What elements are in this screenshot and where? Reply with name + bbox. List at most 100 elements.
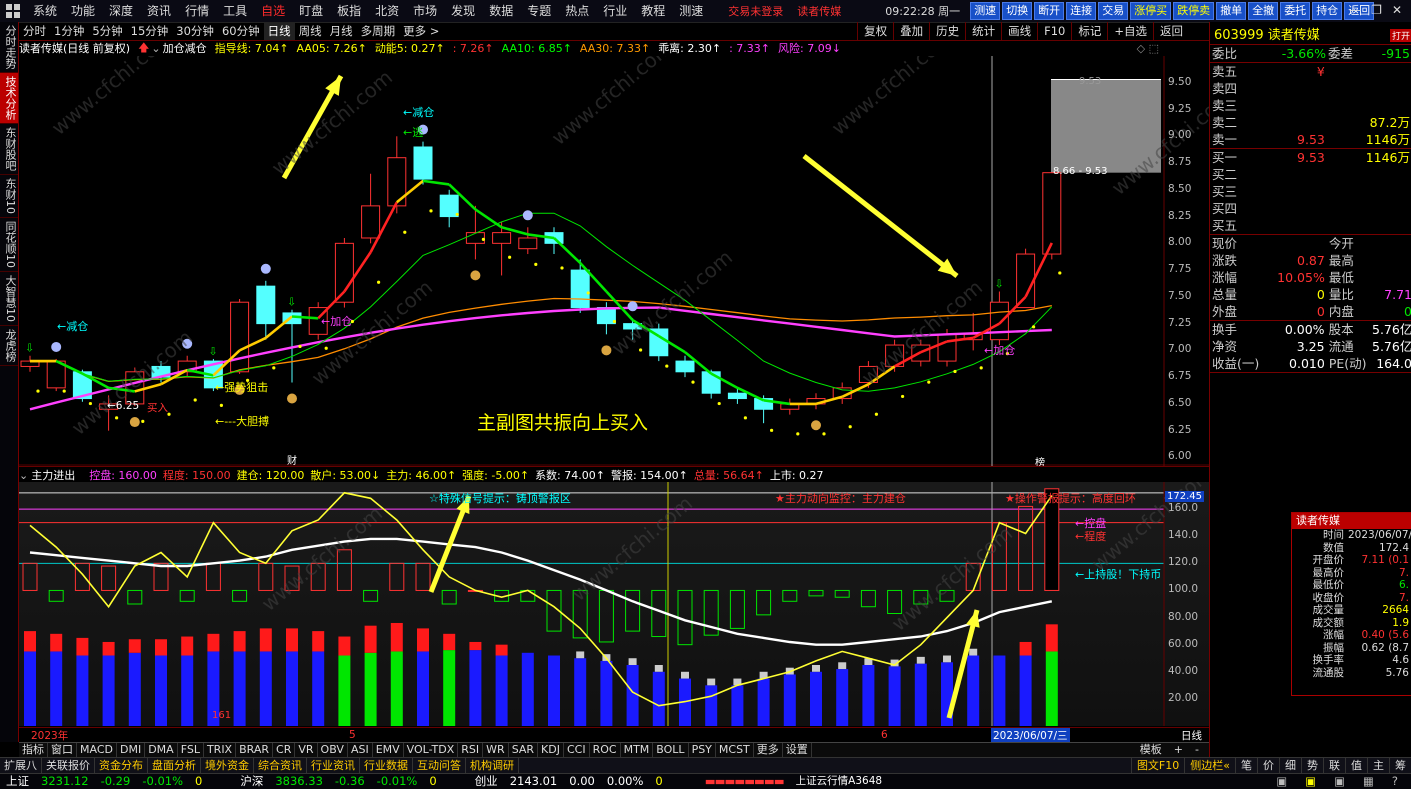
menu-8[interactable]: 板指 — [330, 0, 368, 22]
stock-code-name[interactable]: 603999 读者传媒 — [1214, 24, 1320, 43]
indicator-tab-22[interactable]: PSY — [689, 743, 716, 757]
indicator-mode[interactable]: 加仓减仓 — [163, 40, 207, 56]
left-tab-1[interactable]: 技术分析 — [0, 73, 18, 124]
indicator-tab-18[interactable]: CCI — [564, 743, 590, 757]
toolbar-button-5[interactable]: 涨停买 — [1130, 2, 1172, 20]
trade-login-status[interactable]: 交易未登录 — [728, 3, 783, 19]
menu-5[interactable]: 工具 — [216, 0, 254, 22]
function-tab-6[interactable]: 行业资讯 — [307, 758, 360, 773]
asks-row-1[interactable]: 卖四 — [1210, 80, 1411, 97]
indicator-tab-15[interactable]: WR — [483, 743, 509, 757]
menu-1[interactable]: 功能 — [64, 0, 102, 22]
period-tab-5[interactable]: 60分钟 — [218, 22, 264, 40]
indicator-tab-4[interactable]: DMA — [145, 743, 178, 757]
period-tab-6[interactable]: 日线 — [263, 22, 295, 40]
toolbar-button-4[interactable]: 交易 — [1098, 2, 1129, 20]
asks-row-2[interactable]: 卖三 — [1210, 97, 1411, 114]
app-logo-icon[interactable] — [6, 4, 20, 18]
menu-0[interactable]: 系统 — [26, 0, 64, 22]
help-icon[interactable]: ? — [1386, 774, 1404, 789]
side-tab-3[interactable]: 价 — [1257, 758, 1279, 773]
menu-2[interactable]: 深度 — [102, 0, 140, 22]
chart-tool-6[interactable]: 标记 — [1071, 22, 1107, 40]
sub-indicator-name[interactable]: 主力进出 — [31, 467, 75, 483]
side-tab-1[interactable]: 侧边栏« — [1184, 758, 1235, 773]
chart-tool-8[interactable]: 返回 — [1153, 22, 1189, 40]
left-tab-2[interactable]: 东财股吧 — [0, 124, 18, 175]
msg-icon[interactable]: ▣ — [1328, 774, 1351, 789]
template-tool-1[interactable]: + — [1168, 743, 1189, 757]
period-tab-2[interactable]: 5分钟 — [88, 22, 126, 40]
dropdown-icon[interactable]: ⌄ — [151, 42, 160, 55]
indicator-tab-0[interactable]: 指标 — [19, 743, 48, 757]
indicator-tab-10[interactable]: OBV — [318, 743, 348, 757]
period-tab-8[interactable]: 月线 — [326, 22, 357, 40]
main-kline-chart[interactable]: ⇩ ⇩ ⇩ ⇩ www.cfchi.com www.cfchi.com www.cfchi.… — [19, 42, 1209, 469]
sound-icon[interactable]: ▣ — [1270, 774, 1293, 789]
indicator-tab-8[interactable]: CR — [273, 743, 296, 757]
period-tab-1[interactable]: 1分钟 — [50, 22, 88, 40]
indicator-tab-3[interactable]: DMI — [117, 743, 146, 757]
minimize-icon[interactable]: — — [1349, 3, 1361, 17]
toolbar-button-0[interactable]: 测速 — [970, 2, 1001, 20]
indicator-tab-6[interactable]: TRIX — [204, 743, 237, 757]
left-tab-6[interactable]: 龙虎榜 — [0, 326, 18, 366]
menu-17[interactable]: 测速 — [672, 0, 710, 22]
indicator-tab-25[interactable]: 设置 — [783, 743, 812, 757]
hs-index-name[interactable]: 沪深 — [234, 774, 269, 789]
menu-14[interactable]: 热点 — [558, 0, 596, 22]
function-tab-9[interactable]: 机构调研 — [466, 758, 519, 773]
side-tab-4[interactable]: 细 — [1279, 758, 1301, 773]
menu-7[interactable]: 盯盘 — [292, 0, 330, 22]
side-tab-6[interactable]: 联 — [1323, 758, 1345, 773]
indicator-tab-20[interactable]: MTM — [621, 743, 654, 757]
sh-index-name[interactable]: 上证 — [0, 774, 35, 789]
bids-row-0[interactable]: 买一 9.53 1146万 — [1210, 149, 1411, 166]
function-tab-4[interactable]: 境外资金 — [201, 758, 254, 773]
indicator-tab-9[interactable]: VR — [295, 743, 318, 757]
indicator-tab-12[interactable]: EMV — [373, 743, 404, 757]
indicator-tab-24[interactable]: 更多 — [754, 743, 783, 757]
toolbar-button-3[interactable]: 连接 — [1066, 2, 1097, 20]
cy-index-name[interactable]: 创业 — [469, 774, 504, 789]
bids-row-2[interactable]: 买三 — [1210, 183, 1411, 200]
period-tab-9[interactable]: 多周期 — [357, 22, 400, 40]
bids-row-3[interactable]: 买四 — [1210, 200, 1411, 217]
side-tab-0[interactable]: 图文F10 — [1130, 758, 1184, 773]
menu-10[interactable]: 市场 — [406, 0, 444, 22]
asks-row-3[interactable]: 卖二 87.2万 — [1210, 114, 1411, 131]
menu-12[interactable]: 数据 — [482, 0, 520, 22]
menu-11[interactable]: 发现 — [444, 0, 482, 22]
period-tab-3[interactable]: 15分钟 — [127, 22, 173, 40]
indicator-tab-14[interactable]: RSI — [458, 743, 484, 757]
indicator-tab-7[interactable]: BRAR — [236, 743, 274, 757]
asks-row-4[interactable]: 卖一 9.53 1146万 — [1210, 131, 1411, 148]
toolbar-button-2[interactable]: 断开 — [1034, 2, 1065, 20]
menu-6[interactable]: 自选 — [254, 0, 292, 22]
left-tab-0[interactable]: 分时走势 — [0, 22, 18, 73]
side-tab-7[interactable]: 值 — [1345, 758, 1367, 773]
indicator-tab-11[interactable]: ASI — [348, 743, 373, 757]
left-tab-4[interactable]: 同花顺10 — [0, 218, 18, 272]
indicator-tab-1[interactable]: 窗口 — [48, 743, 77, 757]
period-tab-4[interactable]: 30分钟 — [172, 22, 218, 40]
indicator-tab-2[interactable]: MACD — [77, 743, 117, 757]
side-tab-2[interactable]: 笔 — [1235, 758, 1257, 773]
chart-tool-1[interactable]: 叠加 — [893, 22, 929, 40]
template-tool-2[interactable]: - — [1189, 743, 1205, 757]
menu-15[interactable]: 行业 — [596, 0, 634, 22]
left-tab-3[interactable]: 东财10 — [0, 175, 18, 218]
close-icon[interactable]: ✕ — [1392, 3, 1402, 17]
menu-4[interactable]: 行情 — [178, 0, 216, 22]
chart-tool-3[interactable]: 统计 — [965, 22, 1001, 40]
menu-3[interactable]: 资讯 — [140, 0, 178, 22]
indicator-tab-21[interactable]: BOLL — [653, 743, 689, 757]
function-tab-8[interactable]: 互动问答 — [413, 758, 466, 773]
main-force-chart[interactable]: www.cfchi.com www.cfchi.com www.cfchi.com w… — [19, 482, 1209, 726]
chart-tool-4[interactable]: 画线 — [1001, 22, 1037, 40]
toolbar-button-10[interactable]: 持仓 — [1312, 2, 1343, 20]
period-tab-7[interactable]: 周线 — [295, 22, 326, 40]
warn-icon[interactable]: ▣ — [1299, 774, 1322, 789]
function-tab-5[interactable]: 综合资讯 — [254, 758, 307, 773]
toolbar-button-9[interactable]: 委托 — [1280, 2, 1311, 20]
